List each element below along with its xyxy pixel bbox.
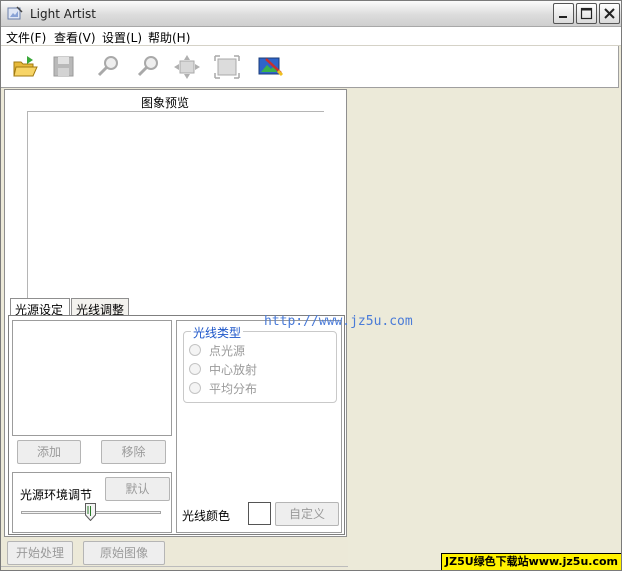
app-window: Light Artist 文件(F) 查看(V) 设置(L) 帮助(H) 图象预… xyxy=(0,0,622,571)
zoom-out-button[interactable] xyxy=(134,53,162,81)
radio-point-light[interactable]: 点光源 xyxy=(189,342,319,358)
maximize-button[interactable] xyxy=(576,3,597,24)
tab-light-adjust[interactable]: 光线调整 xyxy=(71,298,129,317)
left-panel: 图象预览 光源设定 光线调整 添加 移除 光源环境调节 默认 光线类型 点光源 … xyxy=(4,89,347,537)
radio-even-distribution[interactable]: 平均分布 xyxy=(189,380,319,396)
toolbar-separator xyxy=(248,50,249,84)
menu-help[interactable]: 帮助(H) xyxy=(148,29,190,46)
menu-bar: 文件(F) 查看(V) 设置(L) 帮助(H) xyxy=(1,27,621,46)
radio-icon xyxy=(189,363,201,375)
zoom-out-icon xyxy=(137,56,158,77)
zoom-in-icon xyxy=(97,56,118,77)
remove-button[interactable]: 移除 xyxy=(101,440,166,464)
ambient-label: 光源环境调节 xyxy=(20,488,93,502)
minimize-button[interactable] xyxy=(553,3,574,24)
app-icon xyxy=(7,6,23,20)
menu-settings[interactable]: 设置(L) xyxy=(102,29,142,46)
save-button[interactable] xyxy=(50,53,78,81)
toolbar-separator xyxy=(86,50,87,84)
custom-color-button[interactable]: 自定义 xyxy=(275,502,339,526)
radio-icon xyxy=(189,344,201,356)
actual-size-button[interactable] xyxy=(213,53,241,81)
watermark-url: http://www.jz5u.com xyxy=(264,314,413,329)
maximize-icon xyxy=(580,7,593,20)
light-options: 光线类型 点光源 中心放射 平均分布 光线颜色 自定义 xyxy=(176,320,342,533)
radio-label: 平均分布 xyxy=(209,382,258,396)
default-button[interactable]: 默认 xyxy=(105,477,170,501)
close-icon xyxy=(604,8,615,19)
preview-label: 图象预览 xyxy=(140,96,189,110)
open-button[interactable] xyxy=(11,53,39,81)
light-type-group: 光线类型 点光源 中心放射 平均分布 xyxy=(183,324,337,403)
light-source-panel: 添加 移除 光源环境调节 默认 光线类型 点光源 中心放射 平均分布 光线颜色 … xyxy=(8,315,345,535)
radio-icon xyxy=(189,382,201,394)
ambient-slider-thumb[interactable] xyxy=(85,503,96,521)
light-color-swatch[interactable] xyxy=(248,502,271,525)
open-folder-icon xyxy=(13,56,38,77)
zoom-in-button[interactable] xyxy=(94,53,122,81)
start-process-button[interactable]: 开始处理 xyxy=(7,541,73,565)
actual-size-icon xyxy=(214,55,240,79)
window-title: Light Artist xyxy=(30,7,96,21)
menu-view[interactable]: 查看(V) xyxy=(54,29,96,46)
light-source-list[interactable] xyxy=(12,320,172,436)
radio-center-radial[interactable]: 中心放射 xyxy=(189,361,319,377)
watermark-badge: JZ5U绿色下载站www.jz5u.com xyxy=(441,553,621,570)
title-bar[interactable]: Light Artist xyxy=(1,1,621,27)
fit-window-icon xyxy=(174,55,200,79)
fit-window-button[interactable] xyxy=(173,53,201,81)
radio-label: 点光源 xyxy=(209,344,246,358)
render-picture-icon xyxy=(258,57,284,77)
toolbar xyxy=(1,46,619,88)
radio-label: 中心放射 xyxy=(209,363,258,377)
render-canvas xyxy=(348,89,621,570)
save-disk-icon xyxy=(53,56,74,77)
minimize-icon xyxy=(559,16,567,18)
render-button[interactable] xyxy=(256,53,284,81)
add-button[interactable]: 添加 xyxy=(17,440,81,464)
close-button[interactable] xyxy=(599,3,620,24)
image-preview[interactable] xyxy=(27,112,324,300)
ambient-box: 光源环境调节 默认 xyxy=(12,472,172,533)
light-type-legend: 光线类型 xyxy=(191,324,244,341)
original-image-button[interactable]: 原始图像 xyxy=(83,541,165,565)
menu-file[interactable]: 文件(F) xyxy=(6,29,46,46)
bottom-divider xyxy=(1,566,348,567)
light-color-label: 光线颜色 xyxy=(182,509,231,523)
